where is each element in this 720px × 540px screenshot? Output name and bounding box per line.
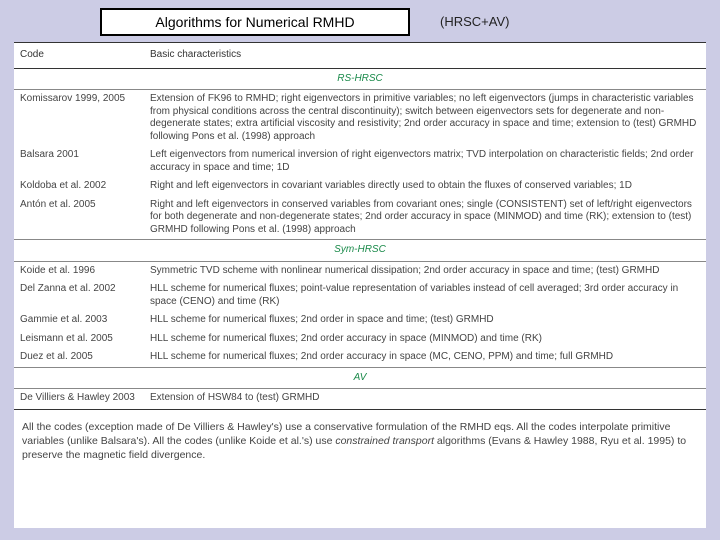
table-row: Duez et al. 2005 HLL scheme for numerica… — [14, 348, 706, 367]
table-row: Del Zanna et al. 2002 HLL scheme for num… — [14, 280, 706, 311]
title-text: Algorithms for Numerical RMHD — [155, 14, 354, 30]
table-row: Balsara 2001 Left eigenvectors from nume… — [14, 146, 706, 177]
table-row: Komissarov 1999, 2005 Extension of FK96 … — [14, 90, 706, 147]
code-desc: Right and left eigenvectors in covariant… — [144, 177, 706, 196]
code-desc: HLL scheme for numerical fluxes; 2nd ord… — [144, 348, 706, 367]
footer-note: All the codes (exception made of De Vill… — [14, 410, 706, 467]
code-desc: HLL scheme for numerical fluxes; point-v… — [144, 280, 706, 311]
code-name: Duez et al. 2005 — [14, 348, 144, 367]
table-row: De Villiers & Hawley 2003 Extension of H… — [14, 389, 706, 408]
code-name: Koldoba et al. 2002 — [14, 177, 144, 196]
code-desc: Extension of HSW84 to (test) GRMHD — [144, 389, 706, 408]
header-code: Code — [14, 43, 144, 69]
code-desc: Symmetric TVD scheme with nonlinear nume… — [144, 261, 706, 280]
section-av: AV — [14, 367, 706, 389]
page-title: Algorithms for Numerical RMHD — [100, 8, 410, 36]
section-label: Sym-HRSC — [14, 240, 706, 262]
section-label: RS-HRSC — [14, 68, 706, 90]
header-characteristics: Basic characteristics — [144, 43, 706, 69]
code-name: De Villiers & Hawley 2003 — [14, 389, 144, 408]
code-name: Koide et al. 1996 — [14, 261, 144, 280]
code-name: Komissarov 1999, 2005 — [14, 90, 144, 147]
code-name: Balsara 2001 — [14, 146, 144, 177]
code-desc: Right and left eigenvectors in conserved… — [144, 196, 706, 240]
document-panel: Code Basic characteristics RS-HRSC Komis… — [14, 42, 706, 528]
algorithms-table: Code Basic characteristics RS-HRSC Komis… — [14, 42, 706, 410]
section-rs-hrsc: RS-HRSC — [14, 68, 706, 90]
code-name: Antón et al. 2005 — [14, 196, 144, 240]
section-label: AV — [14, 367, 706, 389]
table-row: Antón et al. 2005 Right and left eigenve… — [14, 196, 706, 240]
table-row: Koide et al. 1996 Symmetric TVD scheme w… — [14, 261, 706, 280]
code-name: Del Zanna et al. 2002 — [14, 280, 144, 311]
footer-text-italic: constrained transport — [335, 435, 434, 447]
section-sym-hrsc: Sym-HRSC — [14, 240, 706, 262]
code-desc: Left eigenvectors from numerical inversi… — [144, 146, 706, 177]
table-row: Gammie et al. 2003 HLL scheme for numeri… — [14, 311, 706, 330]
code-name: Gammie et al. 2003 — [14, 311, 144, 330]
annotation-label: (HRSC+AV) — [440, 14, 509, 29]
table-row: Leismann et al. 2005 HLL scheme for nume… — [14, 330, 706, 349]
code-desc: HLL scheme for numerical fluxes; 2nd ord… — [144, 330, 706, 349]
table-header-row: Code Basic characteristics — [14, 43, 706, 69]
table-row: Koldoba et al. 2002 Right and left eigen… — [14, 177, 706, 196]
code-desc: Extension of FK96 to RMHD; right eigenve… — [144, 90, 706, 147]
code-desc: HLL scheme for numerical fluxes; 2nd ord… — [144, 311, 706, 330]
code-name: Leismann et al. 2005 — [14, 330, 144, 349]
